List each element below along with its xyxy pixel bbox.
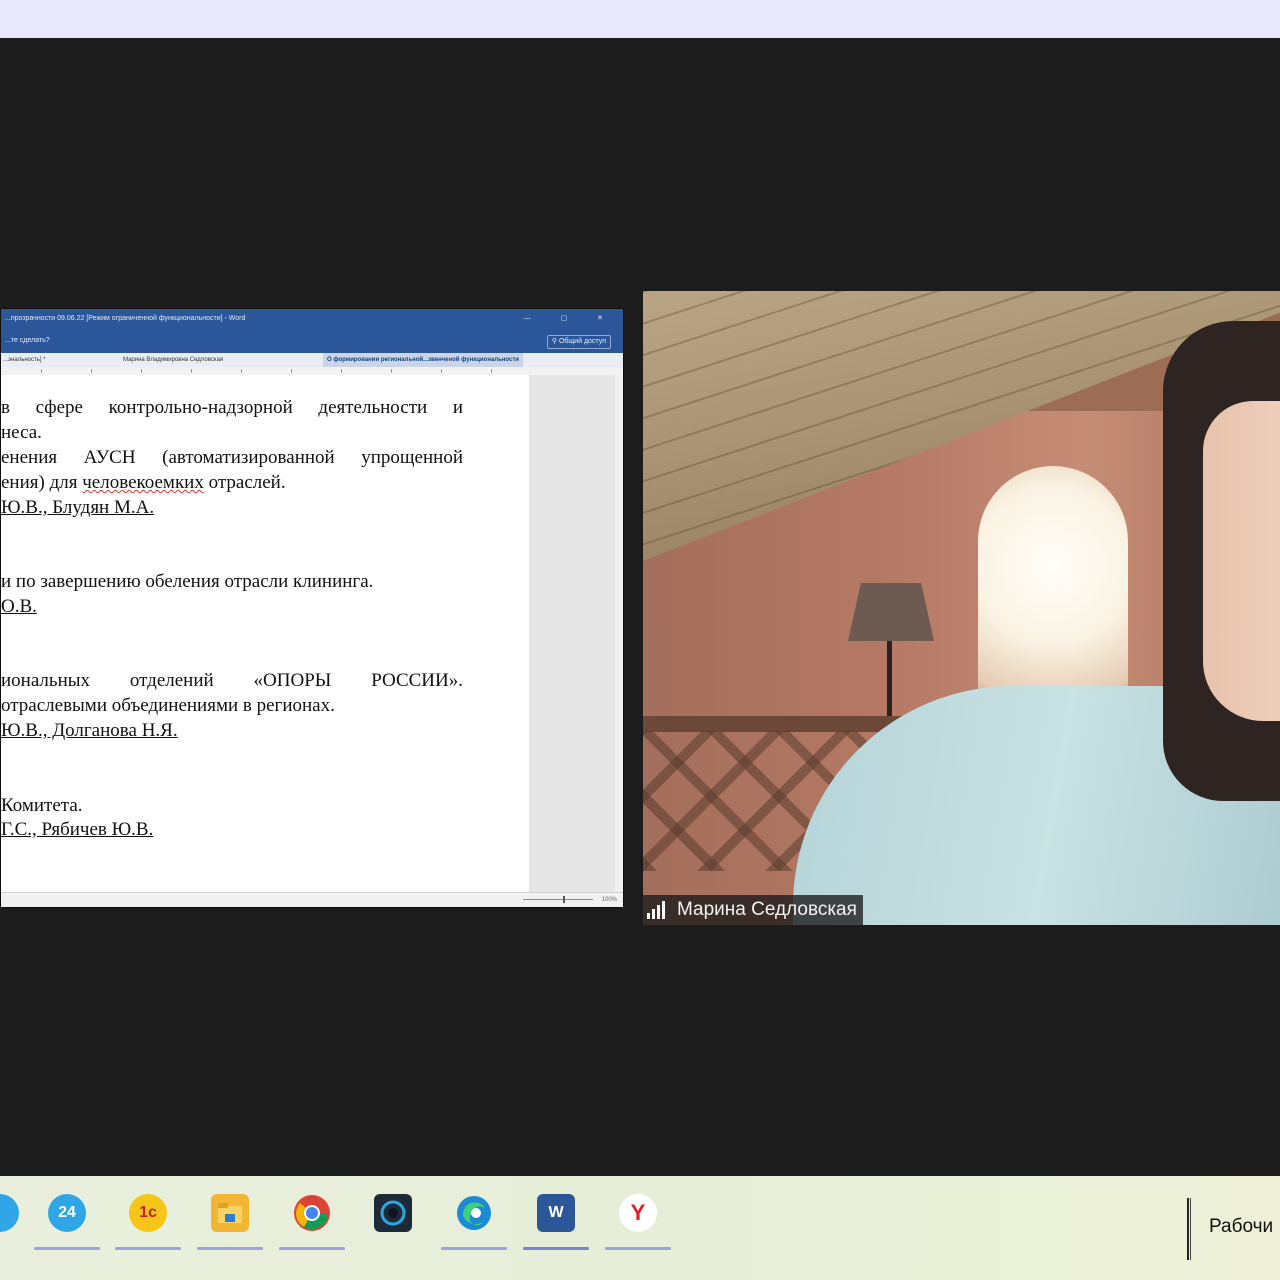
taskbar-app-explorer[interactable] (197, 1188, 263, 1250)
taskbar-app-chrome[interactable] (279, 1188, 345, 1250)
tell-me-box[interactable]: ...те сделать? (5, 337, 50, 344)
taskbar: 24 1с W Y Рабочи (0, 1176, 1280, 1280)
tab-document[interactable]: ...энальность] * (3, 353, 46, 367)
taskbar-separator (1187, 1198, 1191, 1260)
doc-line: Г.С., Рябичев Ю.В. (1, 819, 154, 840)
zoom-slider[interactable] (523, 899, 593, 900)
shared-screen: ...прозрачности 09.06.22 [Режим ограниче… (0, 308, 624, 908)
yandex-browser-icon: Y (619, 1194, 657, 1232)
participant-name-tag: Марина Седловская (643, 895, 863, 925)
running-indicator (279, 1247, 345, 1250)
running-indicator (523, 1247, 589, 1250)
tab-user[interactable]: Марина Владимировна Седловская (123, 353, 223, 367)
1c-icon: 1с (129, 1194, 167, 1232)
connection-signal-icon (647, 900, 669, 919)
taskbar-app-word[interactable]: W (523, 1188, 589, 1250)
doc-line: Комитета. (1, 795, 83, 816)
chrome-icon (293, 1194, 331, 1232)
camera-app-icon (374, 1194, 412, 1232)
doc-line: иональных отделений «ОПОРЫ РОССИИ». (1, 670, 463, 691)
doc-line: отраслевыми объединениями в регионах. (1, 695, 335, 716)
tab-active-document[interactable]: О формировании региональной...звенченой … (323, 353, 523, 367)
doc-line: енения АУСН (автоматизированной упрощенн… (1, 447, 463, 468)
word-ribbon: ...те сделать? ⚲ Общий доступ (1, 329, 623, 353)
participant-face (1203, 401, 1280, 721)
doc-line: в сфере контрольно-надзорной деятельност… (1, 397, 463, 418)
desktop-toolbar-label[interactable]: Рабочи (1209, 1216, 1273, 1238)
running-indicator (197, 1247, 263, 1250)
running-indicator (34, 1247, 100, 1250)
participant-video[interactable]: Марина Седловская (643, 291, 1280, 925)
edge-icon (455, 1194, 493, 1232)
zoom-level: 100% (601, 897, 617, 903)
meeting-top-bar (0, 0, 1280, 39)
taskbar-app-bitrix24[interactable]: 24 (34, 1188, 100, 1250)
word-icon: W (537, 1194, 575, 1232)
doc-line: неса. (1, 422, 42, 443)
running-indicator (441, 1247, 507, 1250)
taskbar-app-1c[interactable]: 1с (115, 1188, 181, 1250)
doc-line: Ю.В., Долганова Н.Я. (1, 720, 178, 741)
share-button-label: Общий доступ (558, 338, 606, 345)
running-indicator (115, 1247, 181, 1250)
doc-line: и по завершению обеления отрасли клининг… (1, 571, 374, 592)
doc-line: Ю.В., Блудян М.А. (1, 497, 155, 518)
word-status-bar: 100% (1, 892, 623, 907)
participant-name: Марина Седловская (677, 899, 857, 920)
zoom-slider-knob[interactable] (563, 896, 565, 903)
file-explorer-icon (211, 1194, 249, 1232)
word-title: ...прозрачности 09.06.22 [Режим ограниче… (5, 315, 246, 322)
bitrix24-icon: 24 (48, 1194, 86, 1232)
word-tab-strip: ...энальность] * Марина Владимировна Сед… (1, 353, 623, 367)
word-title-bar: ...прозрачности 09.06.22 [Режим ограниче… (1, 309, 623, 329)
app-icon (0, 1194, 19, 1232)
document-background (529, 375, 623, 893)
doc-line: О.В. (1, 596, 37, 617)
doc-line: ения) для человекоемких отраслей. (1, 472, 286, 493)
person-icon: ⚲ (551, 338, 559, 345)
running-indicator (605, 1247, 671, 1250)
taskbar-app-partial[interactable] (0, 1188, 33, 1250)
window-controls: — ▢ ✕ (523, 315, 617, 322)
taskbar-app-camera[interactable] (360, 1188, 426, 1250)
floor-lamp-shade (848, 583, 934, 641)
document-page[interactable]: в сфере контрольно-надзорной деятельност… (1, 375, 529, 893)
taskbar-app-edge[interactable] (441, 1188, 507, 1250)
vertical-scrollbar[interactable] (615, 375, 623, 893)
share-button[interactable]: ⚲ Общий доступ (546, 335, 611, 349)
bright-window (978, 466, 1128, 716)
taskbar-app-yandex[interactable]: Y (605, 1188, 671, 1250)
